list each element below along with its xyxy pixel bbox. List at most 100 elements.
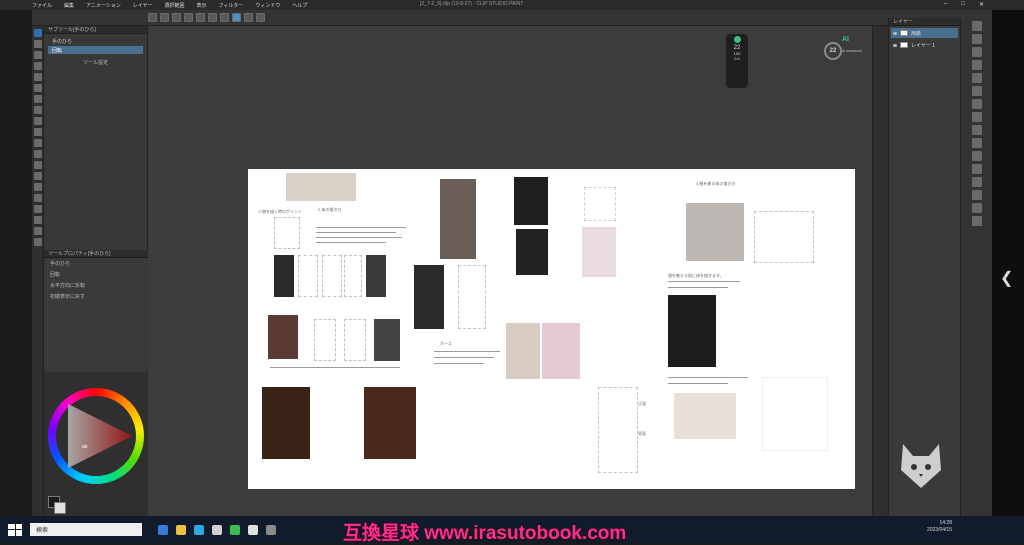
airbrush-tool-icon[interactable] <box>33 128 42 136</box>
palette-icon[interactable] <box>971 47 982 57</box>
pencil-tool-icon[interactable] <box>33 106 42 114</box>
color-wheel[interactable]: ab <box>48 388 144 484</box>
ai-badge: 22 <box>824 42 842 60</box>
sub-tool-hand[interactable]: 手のひら <box>48 37 143 45</box>
eye-icon[interactable] <box>893 31 897 35</box>
eraser-tool-icon[interactable] <box>33 139 42 147</box>
canvas-area[interactable]: 22 100 0.0 22 AI ai assistant 2.体の描き方 人物… <box>148 26 872 516</box>
balloon-tool-icon[interactable] <box>33 227 42 235</box>
palette-icon[interactable] <box>971 34 982 44</box>
palette-icon[interactable] <box>971 177 982 187</box>
clock-time: 14:28 <box>939 520 952 526</box>
palette-icon[interactable] <box>971 60 982 70</box>
snap-ruler-icon[interactable] <box>244 13 253 22</box>
menu-animation[interactable]: アニメーション <box>86 3 121 9</box>
menu-view[interactable]: 表示 <box>196 3 206 9</box>
right-tool-strip <box>960 18 992 516</box>
maximize-icon[interactable]: □ <box>961 1 965 8</box>
redo-icon[interactable] <box>196 13 205 22</box>
layer-row[interactable]: 用紙 <box>891 28 958 38</box>
menu-file[interactable]: ファイル <box>32 3 52 9</box>
app-icon[interactable] <box>248 524 258 535</box>
palette-icon[interactable] <box>971 190 982 200</box>
ai-widget[interactable]: 22 AI ai assistant <box>824 36 868 62</box>
move-tool-icon[interactable] <box>33 51 42 59</box>
sub-color-swatch[interactable] <box>54 502 66 514</box>
property-item[interactable]: 手のひら <box>44 258 148 269</box>
eyedropper-tool-icon[interactable] <box>33 84 42 92</box>
text-tool-icon[interactable] <box>33 216 42 224</box>
palette-icon[interactable] <box>971 203 982 213</box>
open-file-icon[interactable] <box>160 13 169 22</box>
chevron-left-icon[interactable]: ❮ <box>1000 268 1013 288</box>
wechat-icon[interactable] <box>230 524 240 535</box>
share-icon[interactable] <box>256 13 265 22</box>
clear-icon[interactable] <box>208 13 217 22</box>
pose-photo-pink <box>542 323 580 379</box>
tool-settings-button[interactable]: ツール設定 <box>58 58 133 66</box>
hand-tool-icon[interactable] <box>33 29 42 37</box>
watermark: 互換星球 www.irasutobook.com <box>343 523 627 544</box>
windows-start-icon[interactable] <box>8 523 22 536</box>
frame-tool-icon[interactable] <box>33 194 42 202</box>
transform-icon[interactable] <box>220 13 229 22</box>
brush-tool-icon[interactable] <box>33 117 42 125</box>
pen-tool-icon[interactable] <box>33 95 42 103</box>
app-icon[interactable] <box>212 524 222 535</box>
navigator-widget[interactable]: 22 100 0.0 <box>726 34 748 88</box>
palette-icon[interactable] <box>971 73 982 83</box>
undo-icon[interactable] <box>184 13 193 22</box>
sub-tool-rotate[interactable]: 回転 <box>48 46 143 54</box>
zoom-tool-icon[interactable] <box>33 40 42 48</box>
layer-row[interactable]: レイヤー 1 <box>891 40 958 50</box>
palette-icon[interactable] <box>971 138 982 148</box>
palette-icon[interactable] <box>971 164 982 174</box>
close-icon[interactable]: ✕ <box>979 1 984 8</box>
menu-layer[interactable]: レイヤー <box>133 3 153 9</box>
minimize-icon[interactable]: – <box>944 1 947 8</box>
fill-tool-icon[interactable] <box>33 161 42 169</box>
eye-icon[interactable] <box>893 43 897 47</box>
select-tool-icon[interactable] <box>33 62 42 70</box>
palette-icon[interactable] <box>971 216 982 226</box>
palette-icon[interactable] <box>971 21 982 31</box>
pose-photo <box>268 315 298 359</box>
menu-selection[interactable]: 選択範囲 <box>165 3 185 9</box>
app-icon[interactable] <box>194 524 204 535</box>
layer-name: 用紙 <box>911 30 922 37</box>
section-title-right: 3.服を着る体の描き方 <box>696 181 736 186</box>
file-explorer-icon[interactable] <box>176 524 186 535</box>
gradient-tool-icon[interactable] <box>33 172 42 180</box>
palette-icon[interactable] <box>971 112 982 122</box>
layer-thumbnail <box>900 42 908 48</box>
palette-icon[interactable] <box>971 86 982 96</box>
palette-icon[interactable] <box>971 99 982 109</box>
menu-help[interactable]: ヘルプ <box>292 3 307 9</box>
line-tool-icon[interactable] <box>33 238 42 246</box>
palette-icon[interactable] <box>971 125 982 135</box>
dark-photo <box>514 177 548 225</box>
lasso-tool-icon[interactable] <box>33 73 42 81</box>
snap-icon[interactable] <box>232 13 241 22</box>
property-item[interactable]: 水平方向に反転 <box>44 280 148 291</box>
color-triangle[interactable]: ab <box>56 396 136 476</box>
figure-tool-icon[interactable] <box>33 183 42 191</box>
menu-filter[interactable]: フィルター <box>218 3 243 9</box>
app-icon[interactable] <box>266 524 276 535</box>
text-line <box>434 351 500 352</box>
edge-browser-icon[interactable] <box>158 524 168 535</box>
system-tray-clock[interactable]: 14:28 2023/04/15 <box>927 520 952 534</box>
artboard[interactable]: 2.体の描き方 人物を描く時のポイント ポーズ 正面 背面 3.服を着る体の描き… <box>248 169 855 489</box>
new-file-icon[interactable] <box>148 13 157 22</box>
text-line <box>316 242 386 243</box>
property-item[interactable]: 初期表示に戻す <box>44 291 148 302</box>
palette-icon[interactable] <box>971 151 982 161</box>
blend-tool-icon[interactable] <box>33 150 42 158</box>
ruler-tool-icon[interactable] <box>33 205 42 213</box>
pose-photo <box>374 319 400 361</box>
save-icon[interactable] <box>172 13 181 22</box>
menu-window[interactable]: ウィンドウ <box>255 3 280 9</box>
property-item[interactable]: 回転 <box>44 269 148 280</box>
taskbar-search[interactable]: 検索 <box>30 523 142 536</box>
menu-edit[interactable]: 編集 <box>64 3 74 9</box>
